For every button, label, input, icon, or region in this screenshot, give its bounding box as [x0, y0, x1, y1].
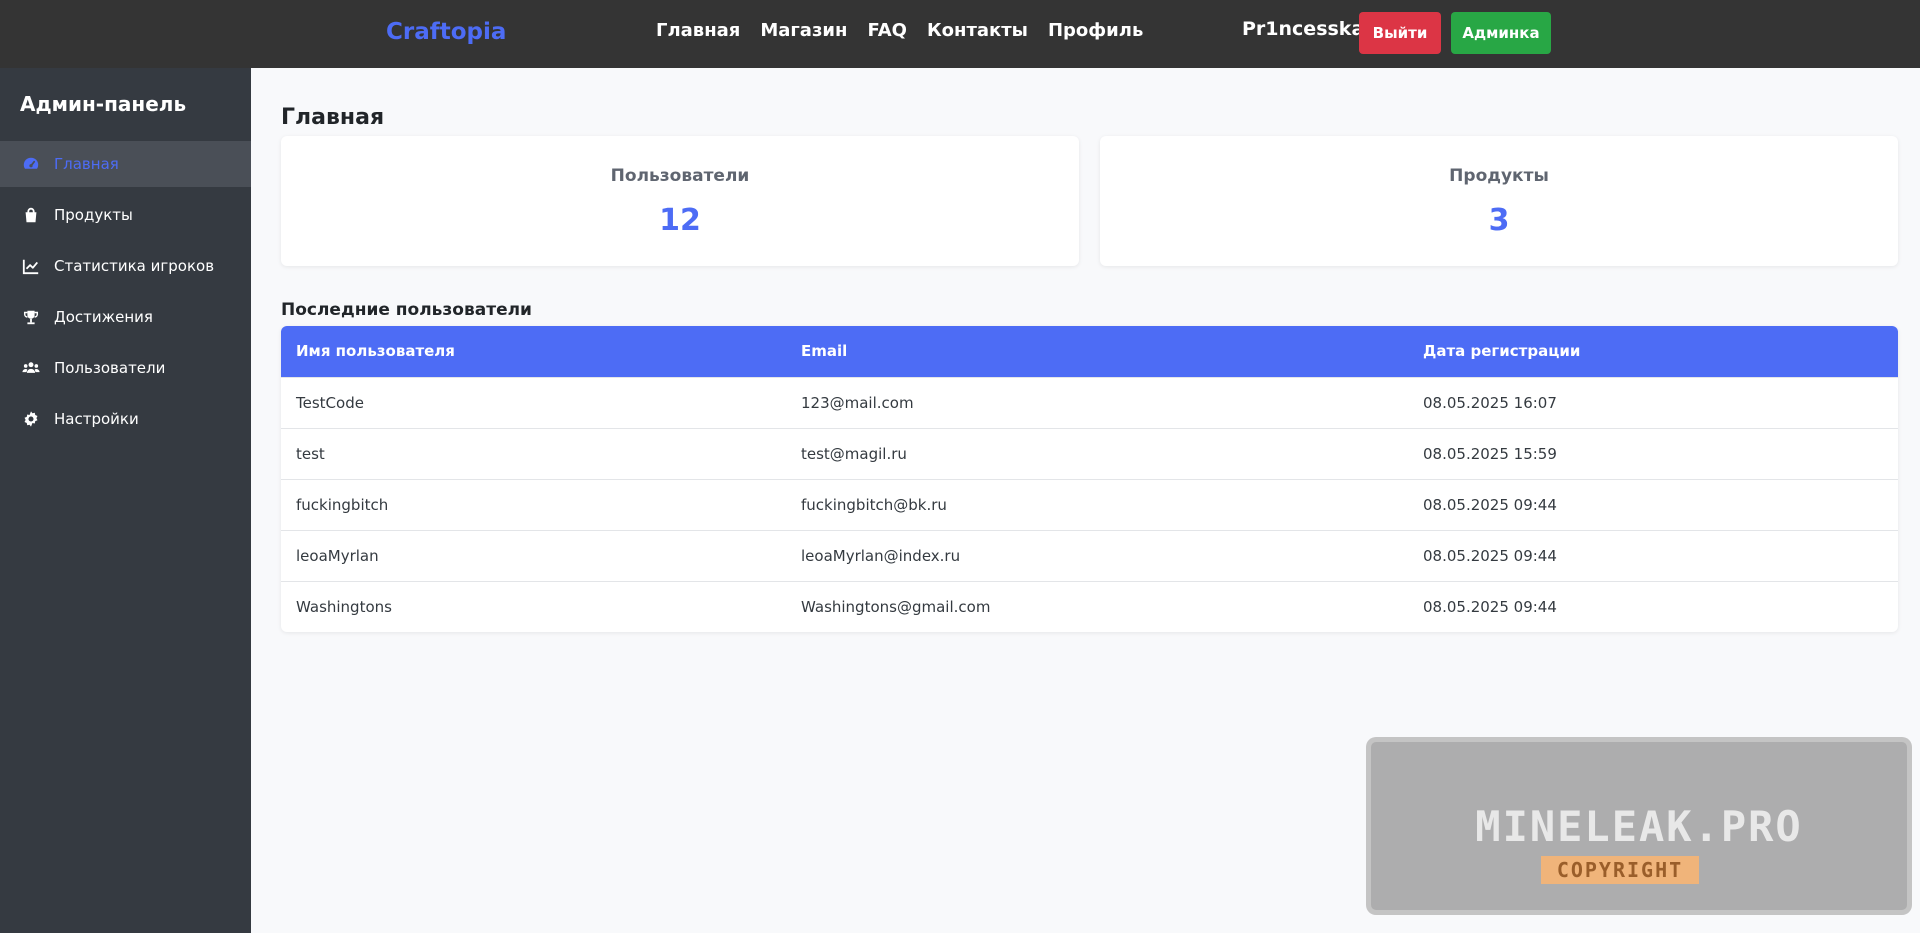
recent-users-title: Последние пользователи	[281, 300, 532, 320]
cell-username: fuckingbitch	[296, 495, 389, 514]
chart-line-icon	[20, 257, 42, 275]
username: Pr1ncesska	[1242, 18, 1365, 40]
sidebar-item-label: Главная	[54, 155, 119, 173]
cell-registration-date: 08.05.2025 09:44	[1423, 597, 1557, 616]
cell-email: Washingtons@gmail.com	[801, 597, 991, 616]
table-row: test test@magil.ru 08.05.2025 15:59	[281, 428, 1898, 479]
watermark: MINELEAK.PRO COPYRIGHT	[1366, 737, 1912, 915]
gear-icon	[20, 410, 42, 428]
nav-link-contacts[interactable]: Контакты	[927, 20, 1028, 41]
table-row: fuckingbitch fuckingbitch@bk.ru 08.05.20…	[281, 479, 1898, 530]
cell-email: fuckingbitch@bk.ru	[801, 495, 947, 514]
table-row: TestCode 123@mail.com 08.05.2025 16:07	[281, 377, 1898, 428]
sidebar-item-label: Продукты	[54, 206, 133, 224]
sidebar-item-dashboard[interactable]: Главная	[0, 141, 251, 187]
column-header-username: Имя пользователя	[296, 342, 455, 361]
main-nav: Главная Магазин FAQ Контакты Профиль	[656, 20, 1143, 41]
cell-registration-date: 08.05.2025 09:44	[1423, 495, 1557, 514]
cell-email: leoaMyrlan@index.ru	[801, 546, 961, 565]
nav-link-profile[interactable]: Профиль	[1048, 20, 1143, 41]
stat-card-users: Пользователи 12	[281, 136, 1079, 266]
cell-username: test	[296, 444, 325, 463]
admin-button[interactable]: Админка	[1451, 12, 1551, 54]
stat-card-value: 12	[659, 203, 701, 238]
nav-link-home[interactable]: Главная	[656, 20, 740, 41]
table-row: leoaMyrlan leoaMyrlan@index.ru 08.05.202…	[281, 530, 1898, 581]
dashboard-icon	[20, 155, 42, 173]
stat-card-value: 3	[1488, 203, 1510, 238]
sidebar-title: Админ-панель	[20, 92, 187, 116]
top-navbar: Craftopia Главная Магазин FAQ Контакты П…	[0, 0, 1920, 68]
recent-users-table: Имя пользователя Email Дата регистрации …	[281, 326, 1898, 632]
trophy-icon	[20, 308, 42, 326]
cell-email: 123@mail.com	[801, 393, 914, 412]
cell-registration-date: 08.05.2025 15:59	[1423, 444, 1557, 463]
sidebar-item-label: Достижения	[54, 308, 153, 326]
logout-button[interactable]: Выйти	[1359, 12, 1441, 54]
sidebar-item-users[interactable]: Пользователи	[0, 345, 251, 391]
cell-username: Washingtons	[296, 597, 392, 616]
stat-card-products: Продукты 3	[1100, 136, 1898, 266]
nav-link-faq[interactable]: FAQ	[867, 20, 906, 41]
cell-registration-date: 08.05.2025 16:07	[1423, 393, 1557, 412]
nav-link-shop[interactable]: Магазин	[760, 20, 847, 41]
sidebar: Админ-панель Главная Продукты Статистика…	[0, 68, 251, 933]
sidebar-item-achievements[interactable]: Достижения	[0, 294, 251, 340]
column-header-registration-date: Дата регистрации	[1423, 342, 1581, 361]
cell-username: TestCode	[296, 393, 364, 412]
sidebar-item-settings[interactable]: Настройки	[0, 396, 251, 442]
cell-username: leoaMyrlan	[296, 546, 379, 565]
users-icon	[20, 359, 42, 377]
cell-registration-date: 08.05.2025 09:44	[1423, 546, 1557, 565]
sidebar-item-label: Настройки	[54, 410, 139, 428]
sidebar-item-label: Пользователи	[54, 359, 166, 377]
stat-card-label: Пользователи	[610, 166, 750, 186]
page-title: Главная	[281, 105, 385, 130]
table-header-row: Имя пользователя Email Дата регистрации	[281, 326, 1898, 377]
sidebar-item-label: Статистика игроков	[54, 257, 215, 275]
watermark-text: MINELEAK.PRO	[1475, 802, 1803, 851]
shopping-bag-icon	[20, 206, 42, 224]
sidebar-item-products[interactable]: Продукты	[0, 192, 251, 238]
stat-card-label: Продукты	[1449, 166, 1549, 186]
cell-email: test@magil.ru	[801, 444, 907, 463]
column-header-email: Email	[801, 342, 848, 361]
table-row: Washingtons Washingtons@gmail.com 08.05.…	[281, 581, 1898, 632]
brand-logo[interactable]: Craftopia	[386, 19, 506, 45]
watermark-copyright: COPYRIGHT	[1541, 856, 1699, 884]
sidebar-item-player-stats[interactable]: Статистика игроков	[0, 243, 251, 289]
